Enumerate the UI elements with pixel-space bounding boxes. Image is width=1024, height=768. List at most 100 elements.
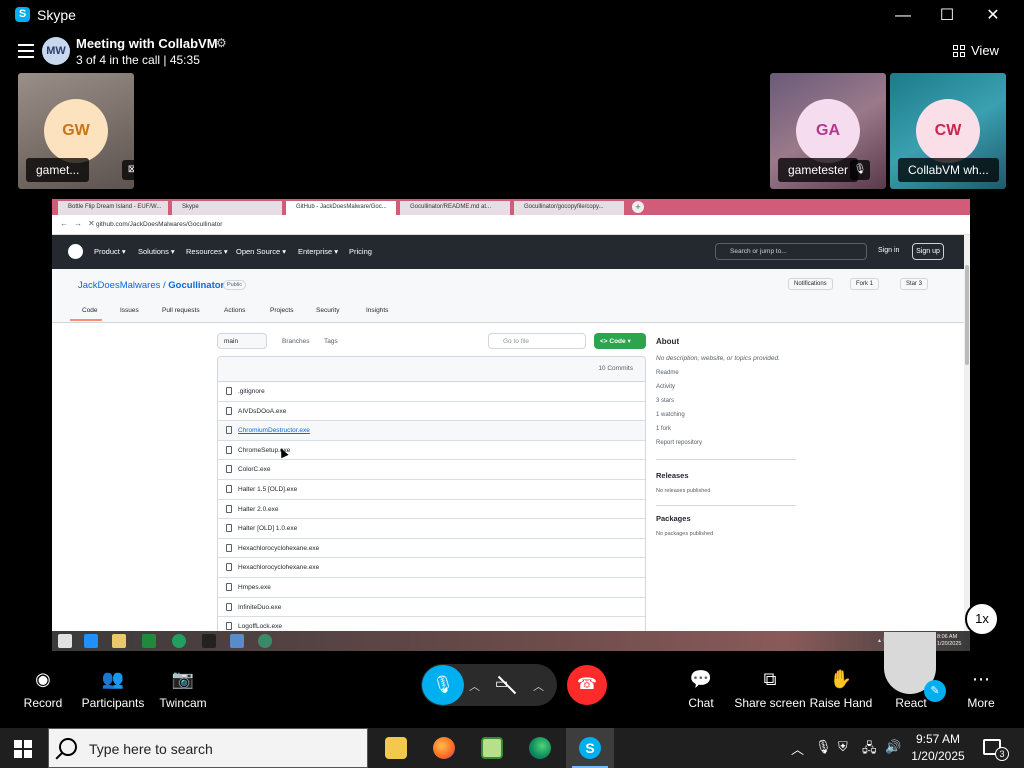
meeting-title[interactable]: Meeting with CollabVM (76, 36, 218, 51)
notifications-icon[interactable]: 3 (983, 739, 1009, 761)
participant-avatar: GA (796, 99, 860, 163)
remote-folder-icon (112, 634, 126, 648)
reload-icon: ✕ (88, 219, 95, 228)
camera-off-button[interactable]: ▭ (495, 675, 515, 695)
file-icon (226, 484, 232, 493)
file-name: InfiniteDuo.exe (238, 603, 282, 611)
file-name: AIVDsDOoA.exe (238, 407, 287, 415)
file-name: Halter 2.0.exe (238, 505, 279, 513)
file-icon (226, 563, 232, 572)
participant-tile-gw[interactable]: GW gamet... ⊠ (18, 73, 134, 189)
participant-tile-cw[interactable]: CW CollabVM wh... (890, 73, 1006, 189)
network-icon[interactable]: 🖧 (862, 739, 877, 761)
maximize-button[interactable]: ☐ (924, 0, 970, 31)
microphone-tray-icon[interactable]: 🎙 (815, 739, 832, 755)
visibility-badge: Public (223, 280, 246, 290)
microphone-button[interactable]: 🎙 (422, 665, 464, 705)
file-icon (226, 465, 232, 474)
participant-tile-ga[interactable]: GA gametester 🎙 (770, 73, 886, 189)
repo-tab: Security (316, 307, 340, 314)
address-bar: ← → ✕ github.com/JackDoesMalwares/Gocull… (52, 215, 970, 235)
show-hidden-icons-chevron-icon[interactable]: ︿ (791, 739, 804, 758)
raise-hand-label: Raise Hand (809, 696, 873, 710)
twincam-button[interactable]: 📷 Twincam (147, 664, 219, 710)
participants-button[interactable]: 👥 Participants (77, 664, 149, 710)
gh-nav-link: Solutions ▾ (138, 247, 175, 256)
file-name: Halter [OLD] 1.0.exe (238, 525, 298, 533)
share-screen-button[interactable]: ⧉ Share screen (734, 664, 806, 710)
firefox-icon (433, 737, 455, 759)
url-text: github.com/JackDoesMalwares/Gocullinator (96, 221, 223, 228)
file-name: ChromiumDestructor.exe (238, 427, 310, 435)
repo-tab: Pull requests (162, 307, 200, 314)
mic-muted-icon: 🎙 (850, 160, 870, 180)
notepad-app[interactable] (468, 728, 516, 768)
remote-taskbar: ▴ ⚑ ⚿ EN 8:06 AM 1/20/2025 (52, 631, 970, 651)
skype-icon: S (579, 737, 601, 759)
taskbar-clock[interactable]: 9:57 AM 1/20/2025 (905, 731, 971, 765)
hand-icon: ✋ (829, 669, 853, 689)
about-item: Activity (656, 384, 676, 390)
file-name: LogoffLock.exe (238, 623, 282, 631)
active-tab-underline (70, 319, 102, 321)
participant-name: gamet... (26, 158, 90, 182)
view-button[interactable]: View (953, 43, 999, 58)
search-icon (59, 738, 77, 756)
defender-tray-icon[interactable]: ⛨ (838, 739, 848, 755)
github-logo-icon (68, 244, 83, 259)
close-button[interactable]: ✕ (970, 0, 1016, 31)
about-heading: About (656, 337, 680, 346)
file-icon (226, 426, 232, 435)
skype-app[interactable]: S (566, 728, 614, 768)
repo-tab: Code (82, 307, 98, 314)
notifications-button: Notifications (788, 278, 833, 290)
participant-avatar: CW (916, 99, 980, 163)
file-name: ColorC.exe (238, 466, 271, 474)
file-name: Halter 1.5 [OLD].exe (238, 485, 298, 493)
github-header: Product ▾ Solutions ▾ Resources ▾ Open S… (52, 235, 964, 269)
remote-excel-icon (142, 634, 156, 648)
file-row: ColorC.exe (218, 460, 645, 480)
page-scrollbar (964, 235, 970, 631)
taskbar-search[interactable]: Type here to search (48, 728, 368, 768)
meeting-settings-icon[interactable]: ⚙ (216, 36, 227, 50)
file-row: InfiniteDuo.exe (218, 598, 645, 618)
playback-speed-button[interactable]: 1x (965, 602, 999, 636)
fork-button: Fork 1 (850, 278, 880, 290)
menu-icon[interactable] (18, 44, 34, 58)
about-item: 1 fork (656, 426, 672, 432)
participant-avatar: GW (44, 99, 108, 163)
more-button[interactable]: ⋯ More (945, 664, 1017, 710)
raise-hand-button[interactable]: ✋ Raise Hand (805, 664, 877, 710)
shared-screen[interactable]: Bottle Flip Dream Island - EUF/W... Skyp… (52, 199, 970, 651)
forward-icon: → (74, 219, 82, 228)
windows-start-icon[interactable] (14, 740, 32, 758)
call-status: 3 of 4 in the call | 45:35 (76, 53, 200, 67)
firefox-app[interactable] (420, 728, 468, 768)
camera-options-chevron-icon[interactable]: ︿ (533, 678, 544, 694)
divider (656, 459, 796, 460)
about-item: 3 stars (656, 398, 675, 404)
title-bar: S Skype — ☐ ✕ (0, 0, 1024, 31)
file-icon (226, 582, 232, 591)
edge-icon (529, 737, 551, 759)
repo-header: JackDoesMalwares / Gocullinator Public N… (52, 269, 964, 323)
meeting-avatar[interactable]: MW (42, 37, 70, 65)
remote-start-icon (58, 634, 72, 648)
branches-link: Branches (282, 338, 310, 345)
edge-app[interactable] (516, 728, 564, 768)
chat-button[interactable]: 💬 Chat (665, 664, 737, 710)
end-call-button[interactable]: ☎ (567, 665, 607, 705)
participant-name: gametester (778, 158, 859, 182)
volume-icon[interactable]: 🔊 (885, 739, 901, 755)
record-button[interactable]: ◉ Record (7, 664, 79, 710)
file-row: .gitignore (218, 382, 645, 402)
file-name: Hexachlorocyclohexane.exe (238, 544, 320, 552)
file-explorer-app[interactable] (372, 728, 420, 768)
minimize-button[interactable]: — (880, 0, 926, 31)
star-button: Star 3 (900, 278, 929, 290)
chat-label: Chat (688, 696, 714, 710)
mic-options-chevron-icon[interactable]: ︿ (469, 678, 480, 694)
windows-taskbar: Type here to search S ︿ 🎙 ⛨ 🖧 🔊 9:57 AM … (0, 728, 1024, 768)
remote-ie-icon (84, 634, 98, 648)
